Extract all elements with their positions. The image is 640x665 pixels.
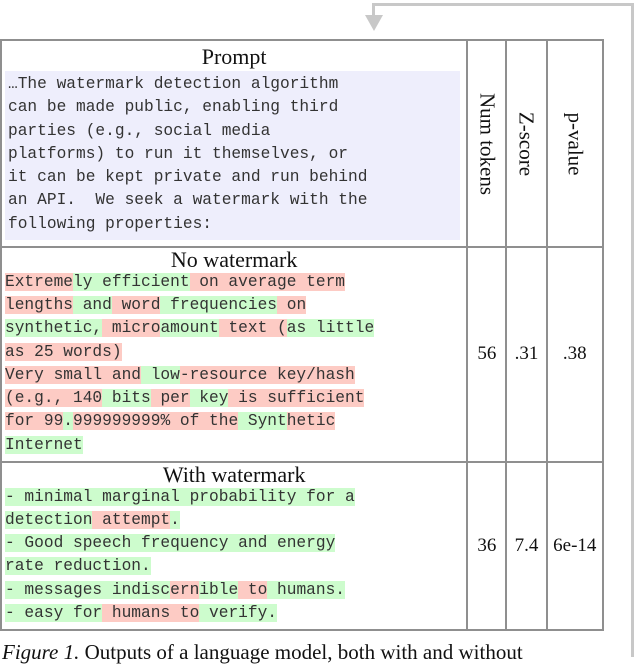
- z-score-header-label: Z-score: [514, 111, 539, 176]
- green-list-token: - minimal marginal probability for a: [5, 487, 355, 506]
- green-list-token: - messages indisc: [5, 580, 171, 599]
- token-line: Extremely efficient on average term: [5, 271, 466, 294]
- no-watermark-token-text: Extremely efficient on average term lengt…: [2, 271, 466, 461]
- green-list-token: frequencies: [160, 296, 278, 315]
- with-watermark-row: With watermark - minimal marginal probab…: [0, 460, 605, 631]
- green-list-token: ly efficient: [73, 273, 190, 292]
- no-watermark-num-tokens: 56: [466, 246, 508, 463]
- token-line: Internet: [5, 434, 466, 457]
- red-list-token: text (: [218, 319, 287, 338]
- flow-arrow-line-top: [372, 3, 634, 6]
- prompt-line: parties (e.g., social media: [8, 121, 271, 140]
- green-list-token: detection: [5, 510, 93, 529]
- num-tokens-header: Num tokens: [466, 38, 508, 249]
- green-list-token: low: [141, 365, 180, 384]
- prompt-cell: Prompt …The watermark detection algorith…: [0, 38, 469, 249]
- red-list-token: -resource key/hash: [179, 365, 355, 384]
- green-list-token: and: [73, 296, 112, 315]
- token-line: as 25 words): [5, 341, 466, 364]
- prompt-heading: Prompt: [201, 44, 267, 69]
- red-list-token: per: [150, 389, 190, 408]
- red-list-token: (e.g., 140: [5, 389, 103, 408]
- token-line: detection attempt.: [5, 509, 466, 532]
- green-list-token: ible: [199, 580, 239, 599]
- green-list-token: Internet: [5, 435, 83, 454]
- prompt-line: following properties:: [8, 214, 212, 233]
- with-watermark-token-text: - minimal marginal probability for a dete…: [2, 486, 466, 629]
- prompt-text: …The watermark detection algorithm can be…: [5, 71, 461, 241]
- token-line: for 99.999999999% of the Synthetic: [5, 410, 466, 433]
- no-watermark-cell: No watermark Extremely efficient on aver…: [0, 246, 469, 463]
- prompt-line: …The watermark detection algorithm: [8, 75, 339, 93]
- prompt-line: it can be kept private and run behind: [8, 168, 368, 187]
- no-watermark-heading: No watermark: [170, 247, 298, 273]
- green-list-token: synthetic,: [5, 319, 103, 338]
- with-watermark-num-tokens: 36: [466, 460, 508, 631]
- token-line: Very small and low-resource key/hash: [5, 364, 466, 387]
- prompt-row: Prompt …The watermark detection algorith…: [0, 38, 605, 249]
- green-list-token: rate reduction.: [5, 557, 151, 576]
- figure-caption: Figure 1. Outputs of a language model, b…: [2, 640, 523, 665]
- red-list-token: hetic: [286, 412, 336, 431]
- green-list-token: verify.: [199, 603, 278, 622]
- red-list-token: on average term: [189, 273, 346, 292]
- green-list-token: humans.: [267, 580, 346, 599]
- with-watermark-heading: With watermark: [162, 461, 306, 487]
- green-list-token: key: [189, 389, 229, 408]
- figure-caption-text: Outputs of a language model, both with a…: [79, 640, 523, 664]
- watermark-figure-table: Prompt …The watermark detection algorith…: [0, 38, 605, 631]
- p-value-header: p-value: [545, 38, 605, 249]
- red-list-token: ern: [170, 580, 200, 599]
- green-list-token: Synt: [238, 412, 287, 431]
- red-list-token: for 99: [5, 412, 64, 431]
- token-line: (e.g., 140 bits per key is sufficient: [5, 387, 466, 410]
- prompt-line: platforms) to run it themselves, or: [8, 144, 348, 163]
- green-list-token: - Good speech frequency and energy: [5, 534, 336, 553]
- red-list-token: Very small and: [5, 365, 141, 384]
- red-list-token: is sufficient: [228, 389, 365, 408]
- green-list-token: .: [63, 412, 74, 431]
- red-list-token: to: [238, 580, 268, 599]
- figure-caption-label: Figure 1.: [2, 640, 80, 664]
- token-line: - messages indiscernible to humans.: [5, 579, 466, 602]
- flow-arrow-line-right: [631, 3, 634, 657]
- down-arrow-icon: [365, 15, 383, 31]
- red-list-token: as 25 words): [5, 342, 122, 361]
- green-list-token: as little: [286, 319, 375, 338]
- p-value-header-label: p-value: [563, 112, 588, 176]
- red-list-token: micro: [102, 319, 161, 338]
- green-list-token: bits: [102, 389, 151, 408]
- with-watermark-cell: With watermark - minimal marginal probab…: [0, 460, 469, 631]
- token-line: synthetic, microamount text (as little: [5, 317, 466, 340]
- green-list-token: - easy for: [5, 603, 103, 622]
- token-line: rate reduction.: [5, 555, 466, 578]
- prompt-line: an API. We seek a watermark with the: [8, 191, 368, 210]
- no-watermark-z-score: .31: [505, 246, 548, 463]
- with-watermark-p-value: 6e-14: [545, 460, 605, 631]
- num-tokens-header-label: Num tokens: [475, 92, 500, 195]
- with-watermark-z-score: 7.4: [505, 460, 548, 631]
- token-line: lengths and word frequencies on: [5, 294, 466, 317]
- z-score-header: Z-score: [505, 38, 548, 249]
- no-watermark-row: No watermark Extremely efficient on aver…: [0, 246, 605, 463]
- token-line: - minimal marginal probability for a: [5, 486, 466, 509]
- red-list-token: on: [277, 296, 307, 315]
- red-list-token: lengths: [5, 296, 73, 315]
- token-line: - easy for humans to verify.: [5, 602, 466, 625]
- red-list-token: attempt: [92, 510, 171, 529]
- green-list-token: .: [170, 510, 180, 529]
- red-list-token: 999999999% of the: [73, 412, 239, 431]
- red-list-token: word: [111, 296, 161, 315]
- red-list-token: humans to: [102, 603, 200, 622]
- prompt-line: can be made public, enabling third: [8, 98, 339, 117]
- no-watermark-p-value: .38: [545, 246, 605, 463]
- red-list-token: Extreme: [5, 273, 73, 292]
- token-line: - Good speech frequency and energy: [5, 532, 466, 555]
- green-list-token: amount: [160, 319, 219, 338]
